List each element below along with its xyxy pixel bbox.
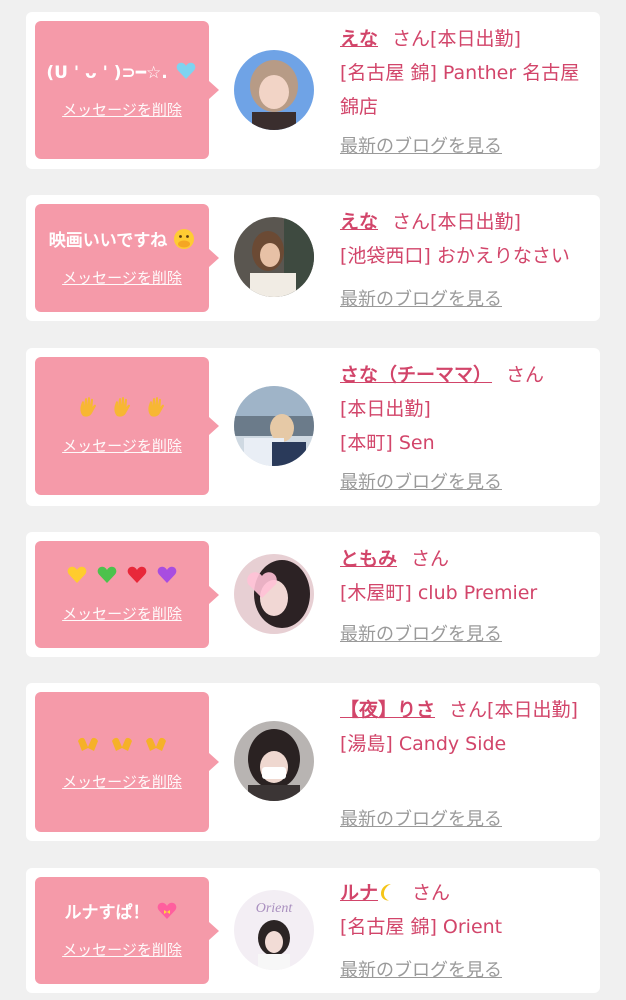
- message-text: 映画いいですね: [49, 228, 195, 253]
- sender-info: えな さん[本日出勤] [池袋西口] おかえりなさい: [340, 205, 590, 273]
- shop-name: [湯島] Candy Side: [340, 733, 507, 755]
- message-card: メッセージを削除 【夜】りさ さん[本日出勤] [湯島] Candy Side 最…: [26, 683, 600, 841]
- heart-with-ribbon-icon: [158, 902, 177, 919]
- avatar[interactable]: [234, 217, 314, 297]
- message-text: ルナすぱ！: [65, 901, 180, 925]
- avatar[interactable]: [234, 554, 314, 634]
- avatar[interactable]: [234, 721, 314, 801]
- sender-info: ともみ さん [木屋町] club Premier: [340, 542, 590, 610]
- delete-message-button[interactable]: メッセージを削除: [62, 435, 182, 456]
- view-latest-blog-link[interactable]: 最新のブログを見る: [340, 805, 502, 831]
- sender-info: えな さん[本日出勤] [名古屋 錦] Panther 名古屋錦店: [340, 22, 590, 124]
- message-text-content: 映画いいですね: [48, 231, 168, 251]
- shop-name: [名古屋 錦] Orient: [340, 916, 503, 938]
- delete-message-button[interactable]: メッセージを削除: [62, 939, 182, 960]
- attendance-status: [本日出勤]: [430, 28, 521, 50]
- honorific: さん: [411, 548, 450, 570]
- honorific: さん: [412, 882, 451, 904]
- face-with-hand-over-mouth-icon: [174, 229, 195, 249]
- delete-message-button[interactable]: メッセージを削除: [62, 99, 182, 120]
- raised-hand-icon: [114, 397, 130, 417]
- view-latest-blog-link[interactable]: 最新のブログを見る: [340, 468, 502, 494]
- honorific: さん: [506, 364, 545, 386]
- sender-name-link[interactable]: 【夜】りさ: [340, 699, 435, 721]
- message-card: (U ' ᴗ ' )⊃━☆. メッセージを削除 えな さん[本日出勤] [名古屋 …: [26, 12, 600, 169]
- shop-name: [名古屋 錦] Panther 名古屋錦店: [340, 62, 580, 118]
- delete-message-button[interactable]: メッセージを削除: [62, 603, 182, 624]
- raised-hand-icon: [80, 397, 97, 417]
- message-text-content: ルナすぱ！: [64, 903, 150, 923]
- raised-hand-icon: [148, 397, 164, 417]
- message-bubble: (U ' ᴗ ' )⊃━☆. メッセージを削除: [35, 21, 219, 159]
- avatar[interactable]: [234, 50, 314, 130]
- purple-heart-icon: [157, 566, 177, 583]
- sender-name-link[interactable]: えな: [340, 211, 378, 233]
- delete-message-button[interactable]: メッセージを削除: [62, 771, 182, 792]
- message-bubble: メッセージを削除: [35, 541, 219, 648]
- honorific: さん: [392, 211, 431, 233]
- avatar[interactable]: [234, 386, 314, 466]
- view-latest-blog-link[interactable]: 最新のブログを見る: [340, 285, 502, 311]
- message-card: 映画いいですね メッセージを削除 えな さん[本日出勤] [池袋西口] おかえりな…: [26, 195, 600, 321]
- shop-name: [本町] Sen: [340, 432, 435, 454]
- open-hands-icon: [78, 737, 99, 751]
- view-latest-blog-link[interactable]: 最新のブログを見る: [340, 956, 502, 982]
- honorific: さん: [392, 28, 431, 50]
- delete-message-button[interactable]: メッセージを削除: [62, 267, 182, 288]
- message-text: [74, 396, 170, 421]
- sender-name-link[interactable]: さな（チーママ）: [340, 364, 492, 386]
- message-text: (U ' ᴗ ' )⊃━☆.: [46, 61, 197, 85]
- sender-name-link[interactable]: えな: [340, 28, 378, 50]
- sender-info: さな（チーママ） さん [本日出勤] [本町] Sen: [340, 358, 590, 460]
- light-blue-heart-icon: [176, 62, 195, 79]
- avatar-logo-text: Orient: [256, 901, 294, 916]
- message-text: [65, 565, 179, 589]
- view-latest-blog-link[interactable]: 最新のブログを見る: [340, 620, 502, 646]
- message-bubble: メッセージを削除: [35, 692, 219, 832]
- message-bubble: メッセージを削除: [35, 357, 219, 495]
- message-card: メッセージを削除 さな（チーママ） さん [本日出勤] [本町] Sen 最新のブ…: [26, 348, 600, 506]
- attendance-status: [本日出勤]: [430, 211, 521, 233]
- open-hands-icon: [145, 737, 166, 751]
- sender-name-link[interactable]: ルナ: [340, 882, 398, 904]
- red-heart-icon: [127, 566, 147, 583]
- message-card: メッセージを削除 ともみ さん [木屋町] club Premier 最新のブログ…: [26, 532, 600, 657]
- sender-name-text: ルナ: [340, 882, 379, 904]
- yellow-heart-icon: [67, 566, 87, 583]
- honorific: さん: [449, 699, 488, 721]
- open-hands-icon: [112, 737, 132, 751]
- sender-info: 【夜】りさ さん[本日出勤] [湯島] Candy Side: [340, 693, 590, 761]
- message-bubble: ルナすぱ！ メッセージを削除: [35, 877, 219, 984]
- attendance-status: [本日出勤]: [340, 398, 431, 420]
- view-latest-blog-link[interactable]: 最新のブログを見る: [340, 132, 502, 158]
- sender-info: ルナ さん [名古屋 錦] Orient: [340, 876, 590, 944]
- message-text: [74, 733, 170, 757]
- green-heart-icon: [97, 566, 117, 583]
- crescent-moon-icon: [381, 884, 392, 901]
- attendance-status: [本日出勤]: [487, 699, 578, 721]
- shop-name: [木屋町] club Premier: [340, 582, 538, 604]
- message-text-content: (U ' ᴗ ' )⊃━☆.: [46, 62, 168, 83]
- sender-name-link[interactable]: ともみ: [340, 548, 397, 570]
- shop-name: [池袋西口] おかえりなさい: [340, 245, 570, 267]
- avatar[interactable]: Orient: [234, 890, 314, 970]
- message-card: ルナすぱ！ メッセージを削除 Orient ルナ さん [名古屋 錦] Orien…: [26, 868, 600, 993]
- message-bubble: 映画いいですね メッセージを削除: [35, 204, 219, 312]
